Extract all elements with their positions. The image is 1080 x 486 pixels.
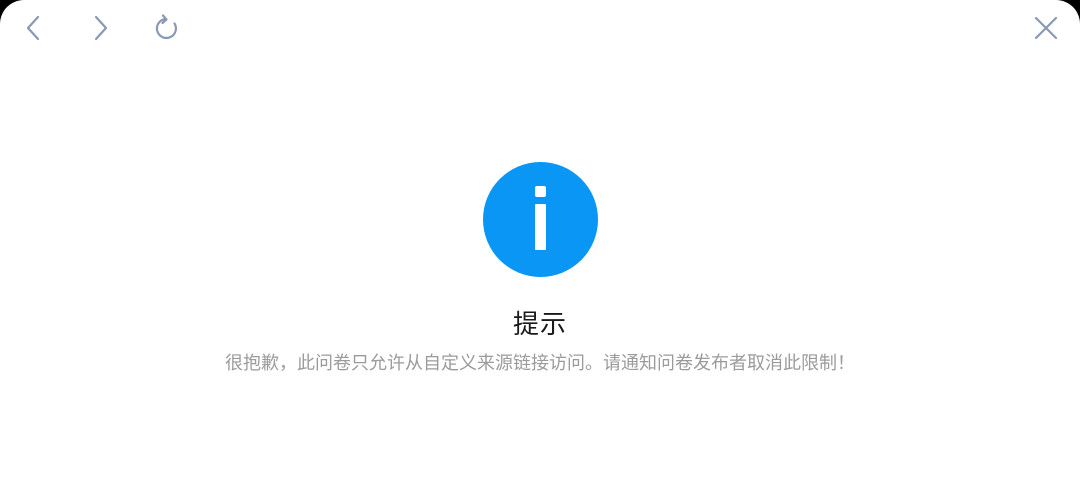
notice-content: 提示 很抱歉，此问卷只允许从自定义来源链接访问。请通知问卷发布者取消此限制！ — [0, 0, 1080, 486]
webview-page: 提示 很抱歉，此问卷只允许从自定义来源链接访问。请通知问卷发布者取消此限制！ — [0, 0, 1080, 486]
info-icon-stem — [535, 204, 546, 250]
info-icon — [483, 162, 598, 277]
notice-message: 很抱歉，此问卷只允许从自定义来源链接访问。请通知问卷发布者取消此限制！ — [225, 353, 855, 374]
info-icon-dot — [535, 186, 546, 197]
notice-title: 提示 — [512, 310, 567, 340]
